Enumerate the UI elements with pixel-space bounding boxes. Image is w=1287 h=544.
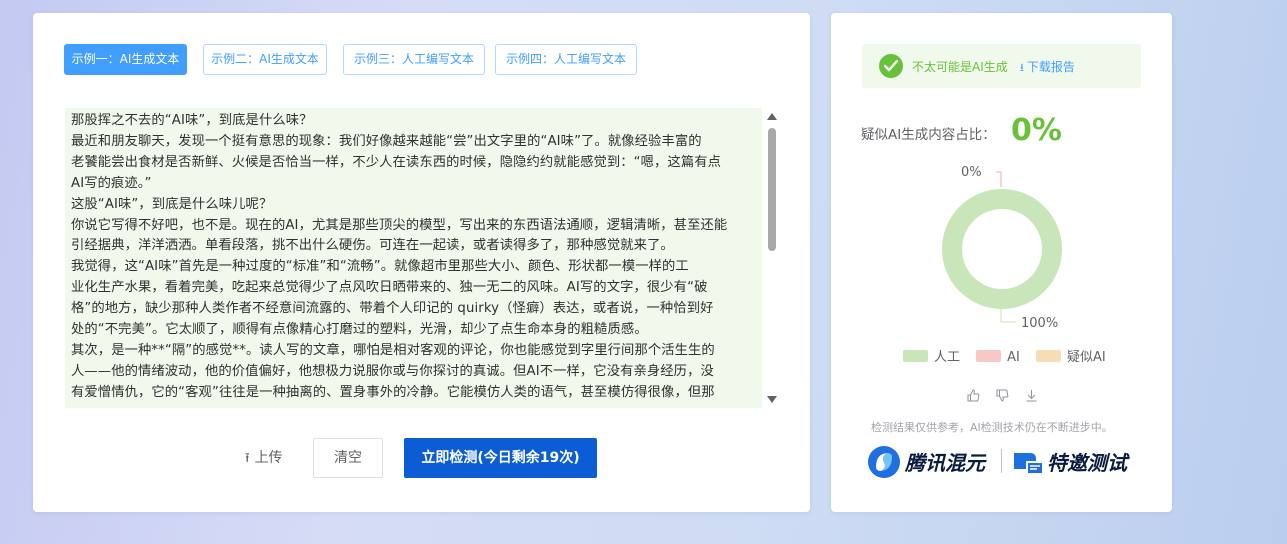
- brand-divider: [1001, 449, 1002, 473]
- label-line-top: [996, 171, 1002, 187]
- legend-suspected-ai[interactable]: 疑似AI: [1036, 346, 1106, 365]
- scroll-up-icon[interactable]: [767, 113, 777, 120]
- legend-ai[interactable]: AI: [976, 350, 1020, 365]
- text-line: 格”的地方，缺少那种人类作者不经意间流露的、带着个人印记的 quirky（怪癖）…: [71, 301, 714, 317]
- brand-subtitle: 特邀测试: [1047, 451, 1127, 475]
- check-circle-icon: [879, 54, 903, 78]
- tab-example-3[interactable]: 示例三：人工编写文本: [343, 44, 485, 75]
- disclaimer-text: 检测结果仅供参考，AI检测技术仍在不断进步中。: [871, 421, 1113, 434]
- scroll-thumb[interactable]: [768, 128, 776, 251]
- text-line: 业化生产水果，看着完美，吃起来总觉得少了点风吹日晒带来的、独一无二的风味。AI写…: [71, 280, 708, 296]
- download-label: 下载报告: [1026, 60, 1075, 74]
- feedback-bar: [967, 389, 1050, 405]
- invite-badge-icon: [1014, 453, 1042, 473]
- legend-swatch-suspected: [1036, 350, 1062, 362]
- text-content: 那股挥之不去的“AI味”，到底是什么味？ 最近和朋友聊天，发现一个挺有意思的现象：…: [65, 108, 762, 404]
- download-report-link[interactable]: ⭳ 下载报告: [1020, 58, 1075, 78]
- clear-button[interactable]: 清空: [313, 438, 383, 478]
- slice-label-top: 0%: [961, 165, 982, 180]
- text-scrollbar[interactable]: [765, 108, 779, 408]
- slice-human: [942, 189, 1062, 309]
- result-panel: 不太可能是AI生成 ⭳ 下载报告 疑似AI生成内容占比： 0% 0% 100% 人…: [831, 13, 1172, 512]
- tab-example-4[interactable]: 示例四：人工编写文本: [495, 44, 637, 75]
- chart-legend: 人工 AI 疑似AI: [903, 346, 1118, 365]
- text-line: 那股挥之不去的“AI味”，到底是什么味？: [71, 113, 313, 128]
- legend-human[interactable]: 人工: [903, 346, 960, 365]
- text-input-area[interactable]: 那股挥之不去的“AI味”，到底是什么味？ 最近和朋友聊天，发现一个挺有意思的现象：…: [65, 108, 762, 408]
- thumbs-up-icon[interactable]: [967, 389, 980, 405]
- legend-swatch-human: [903, 350, 928, 362]
- slice-label-bottom: 100%: [1021, 316, 1058, 331]
- text-line: 老饕能尝出食材是否新鲜、火候是否恰当一样，不少人在读东西的时候，隐隐约约就能感觉…: [71, 154, 722, 170]
- upload-label: 上传: [254, 450, 283, 466]
- text-line: 这股“AI味”，到底是什么味儿呢？: [71, 196, 273, 212]
- legend-swatch-ai: [976, 350, 1002, 362]
- upload-button[interactable]: ⭱ 上传: [245, 438, 283, 478]
- text-line: 有爱憎情仇，它的“客观”往往是一种抽离的、置身事外的冷静。它能模仿人类的语气，甚…: [71, 384, 715, 400]
- hunyuan-logo-icon: [868, 446, 900, 478]
- text-line: 其次，是一种**“隔”的感觉**。读人写的文章，哪怕是相对客观的评论，你也能感觉…: [71, 342, 715, 358]
- upload-icon: ⭱: [245, 451, 250, 466]
- text-line: 处的“不完美”。它太顺了，顺得有点像精心打磨过的塑料，光滑，却少了点生命本身的粗…: [71, 322, 648, 338]
- text-line: 最近和朋友聊天，发现一个挺有意思的现象：我们好像越来越能“尝”出文字里的“AI味…: [71, 133, 702, 149]
- result-banner: 不太可能是AI生成 ⭳ 下载报告: [862, 44, 1141, 88]
- brand-name: 腾讯混元: [905, 451, 985, 475]
- text-line: 人——他的情绪波动，他的价值偏好，他想极力说服你或与你探讨的真诚。但AI不一样，…: [71, 363, 714, 379]
- text-line: 我觉得，这“AI味”首先是一种过度的“标准”和“流畅”。就像超市里那些大小、颜色…: [71, 259, 689, 275]
- text-line: AI写的痕迹。”: [71, 175, 152, 191]
- ratio-value: 0%: [1011, 113, 1062, 148]
- download-small-icon[interactable]: [1025, 389, 1038, 405]
- label-line-bottom: [1000, 309, 1016, 323]
- scroll-down-icon[interactable]: [767, 396, 777, 403]
- detect-button[interactable]: 立即检测(今日剩余19次): [404, 438, 597, 478]
- ratio-label: 疑似AI生成内容占比：: [861, 127, 996, 143]
- tab-example-1[interactable]: 示例一：AI生成文本: [64, 44, 187, 75]
- thumbs-down-icon[interactable]: [996, 389, 1009, 405]
- text-line: 引经据典，洋洋洒洒。单看段落，挑不出什么硬伤。可连在一起读，或者读得多了，那种感…: [71, 238, 674, 254]
- donut-chart: 0% 100%: [942, 165, 1062, 331]
- verdict-text: 不太可能是AI生成: [912, 60, 1008, 74]
- input-panel: 示例一：AI生成文本 示例二：AI生成文本 示例三：人工编写文本 示例四：人工编…: [33, 13, 810, 512]
- tab-example-2[interactable]: 示例二：AI生成文本: [203, 44, 327, 75]
- text-line: 你说它写得不好吧，也不是。现在的AI，尤其是那些顶尖的模型，写出来的东西语法通顺…: [71, 217, 728, 233]
- download-icon: ⭳: [1020, 61, 1024, 74]
